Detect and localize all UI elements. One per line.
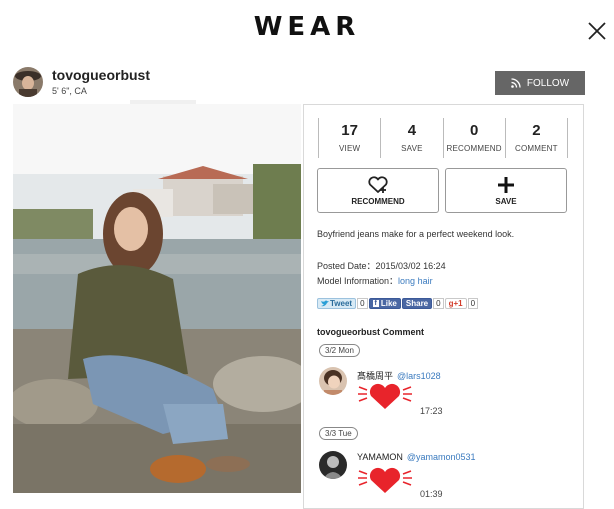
save-label: SAVE [495, 196, 517, 206]
username[interactable]: tovogueorbust [52, 67, 150, 83]
model-information: Model Information：long hair [317, 276, 433, 286]
gplus-button[interactable]: g+1 [444, 297, 467, 309]
heart-stamp-icon [358, 467, 412, 493]
gplus-count: 0 [467, 297, 479, 309]
close-icon[interactable] [586, 20, 608, 42]
wear-logo: WEAR [253, 12, 361, 42]
model-info-link[interactable]: long hair [398, 276, 433, 286]
tweet-count: 0 [357, 297, 368, 309]
save-button[interactable]: SAVE [445, 168, 567, 213]
heart-plus-icon [368, 175, 388, 193]
plus-icon [498, 176, 514, 193]
comment-date-badge: 3/3 Tue [319, 427, 358, 440]
commenter-handle[interactable]: @lars1028 [397, 371, 441, 381]
facebook-share-button[interactable]: Share [401, 297, 433, 309]
stat-view[interactable]: 17 VIEW [318, 118, 380, 158]
facebook-icon: f [372, 299, 379, 307]
recommend-button[interactable]: RECOMMEND [317, 168, 439, 213]
user-avatar[interactable] [13, 67, 43, 97]
detail-panel: 17 VIEW 4 SAVE 0 RECOMMEND 2 COMMENT REC… [303, 104, 584, 509]
facebook-like-button[interactable]: f Like [368, 297, 401, 309]
rss-icon [511, 78, 521, 88]
comment-date-badge: 3/2 Mon [319, 344, 360, 357]
comment-section-title: tovogueorbust Comment [317, 327, 424, 337]
stat-comment[interactable]: 2 COMMENT [504, 118, 568, 158]
commenter-avatar[interactable] [319, 451, 347, 479]
outfit-photo[interactable] [13, 104, 301, 493]
tweet-button[interactable]: Tweet [317, 297, 357, 309]
stat-save[interactable]: 4 SAVE [380, 118, 442, 158]
facebook-count: 0 [433, 297, 444, 309]
comment-time: 17:23 [420, 406, 443, 416]
commenter-avatar[interactable] [319, 367, 347, 395]
twitter-icon [321, 299, 329, 306]
user-info: 5' 6", CA [52, 86, 87, 96]
stats-bar: 17 VIEW 4 SAVE 0 RECOMMEND 2 COMMENT [318, 118, 568, 158]
commenter-name: YAMAMON @yamamon0531 [357, 452, 476, 462]
commenter-handle[interactable]: @yamamon0531 [407, 452, 476, 462]
posted-date: Posted Date：2015/03/02 16:24 [317, 261, 446, 271]
follow-label: FOLLOW [526, 77, 570, 89]
comment-time: 01:39 [420, 489, 443, 499]
social-buttons: Tweet 0 f Like Share 0 g+1 0 [317, 297, 479, 309]
stat-recommend[interactable]: 0 RECOMMEND [442, 118, 505, 158]
outfit-description: Boyfriend jeans make for a perfect weeke… [317, 229, 515, 239]
follow-button[interactable]: FOLLOW [495, 71, 585, 95]
heart-stamp-icon [358, 383, 412, 409]
recommend-label: RECOMMEND [351, 196, 405, 206]
